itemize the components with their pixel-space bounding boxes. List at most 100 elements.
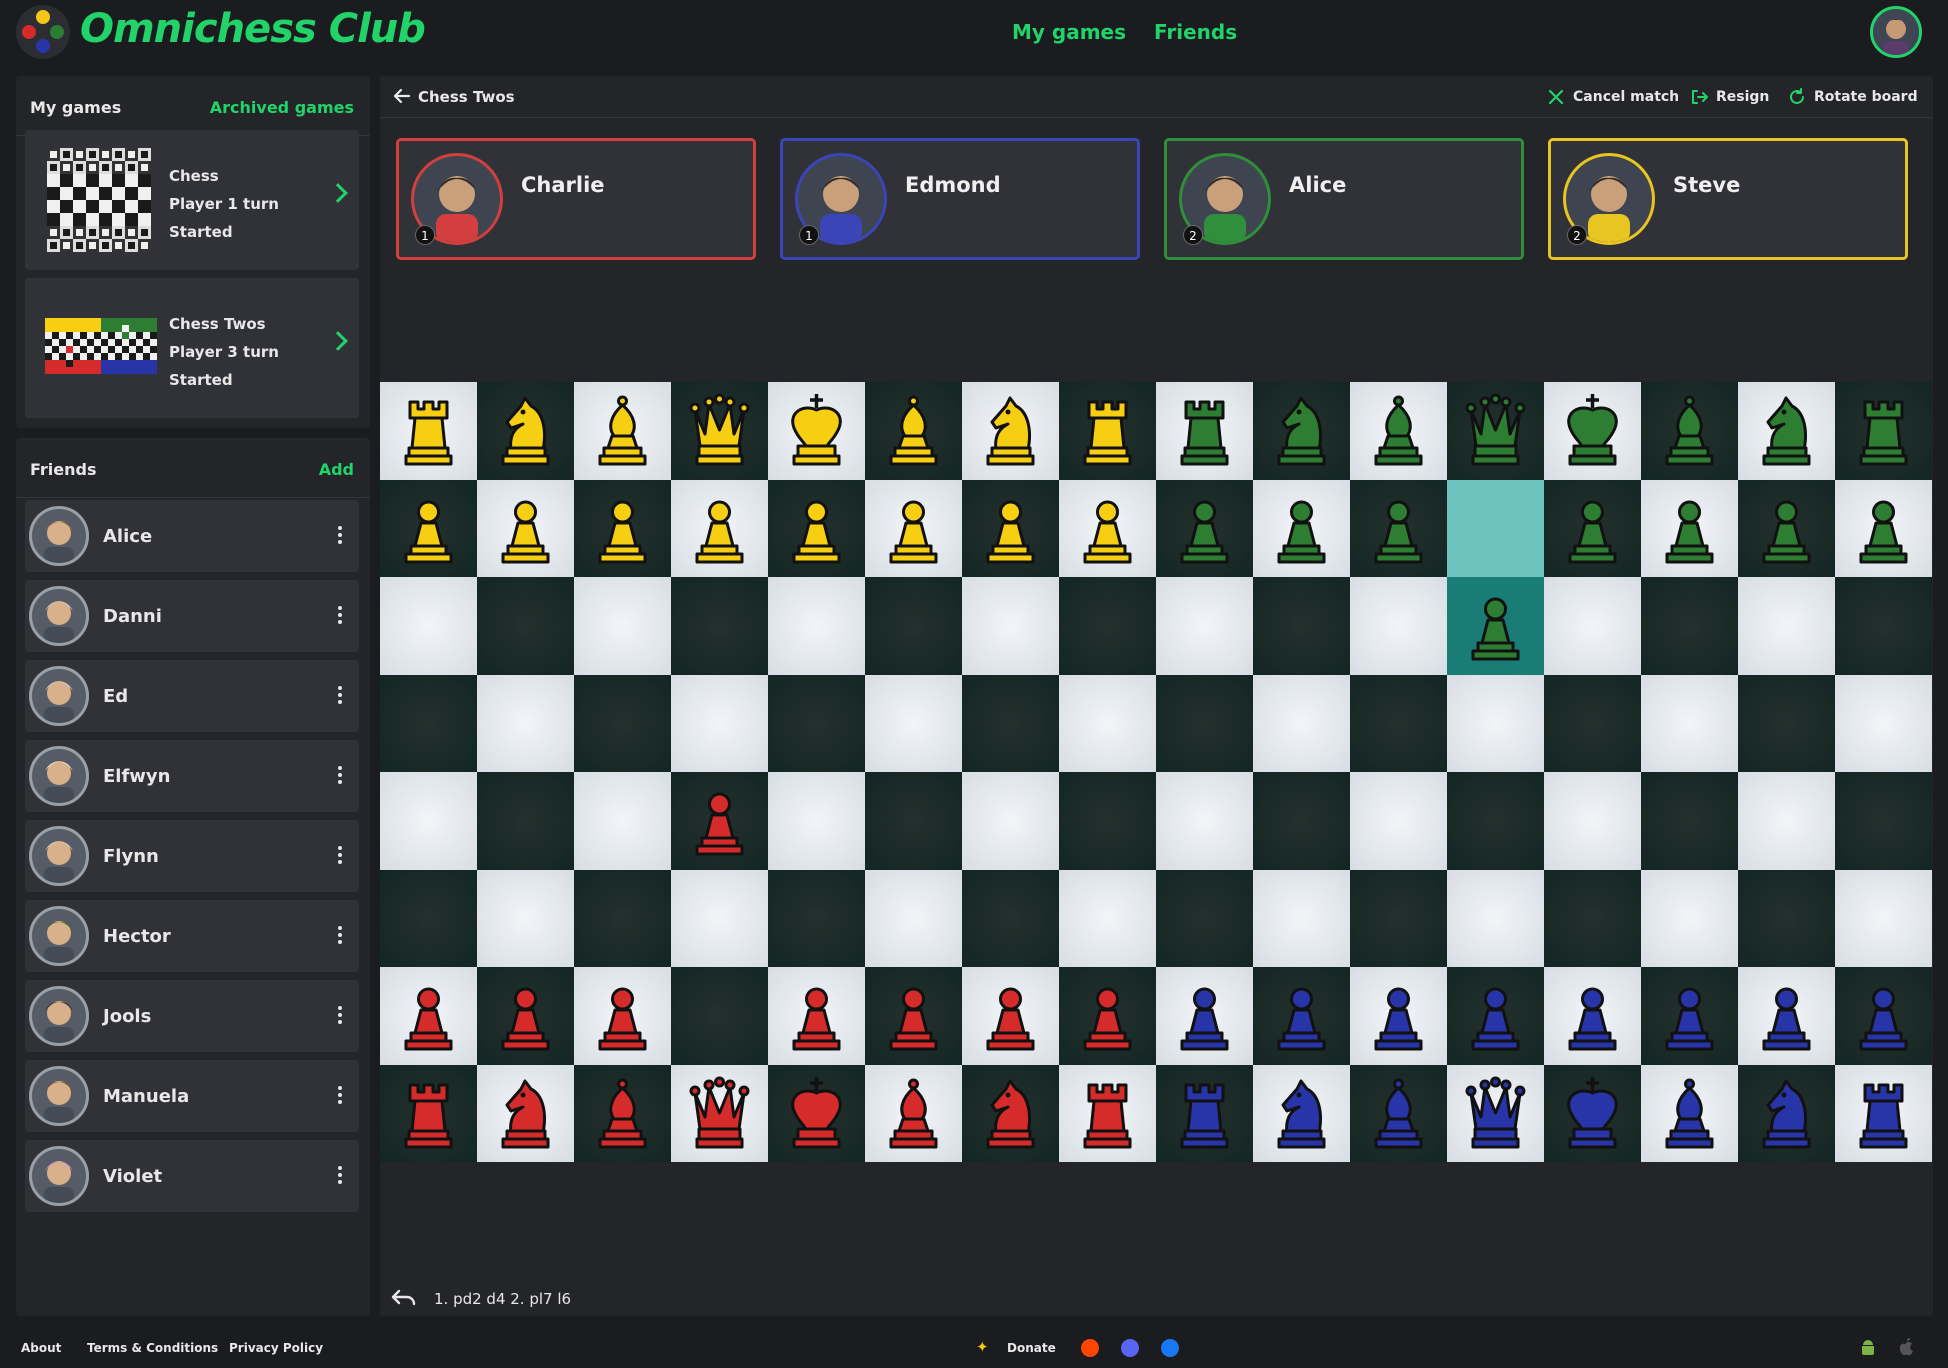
- board-square[interactable]: [1156, 674, 1253, 772]
- board-square[interactable]: [1544, 577, 1641, 675]
- board-square[interactable]: [477, 577, 574, 675]
- board-square[interactable]: [1253, 382, 1350, 480]
- archived-games-link[interactable]: Archived games: [210, 98, 354, 117]
- board-square[interactable]: [962, 967, 1059, 1065]
- board-square[interactable]: [1059, 479, 1156, 577]
- nav-my-games[interactable]: My games: [1012, 20, 1126, 44]
- board-square[interactable]: [1835, 967, 1932, 1065]
- more-options-icon[interactable]: [337, 846, 343, 866]
- board-square[interactable]: [1544, 1064, 1641, 1162]
- board-square[interactable]: [574, 772, 671, 870]
- privacy-link[interactable]: Privacy Policy: [229, 1341, 323, 1355]
- board-square[interactable]: [1641, 479, 1738, 577]
- friend-row[interactable]: Hector: [25, 900, 359, 972]
- board-square[interactable]: [477, 382, 574, 480]
- apple-icon[interactable]: [1896, 1337, 1916, 1357]
- board-square[interactable]: [1544, 869, 1641, 967]
- facebook-icon[interactable]: [1161, 1339, 1179, 1357]
- player-card[interactable]: 1 Charlie: [396, 138, 756, 260]
- board-square[interactable]: [1641, 772, 1738, 870]
- board-square[interactable]: [1544, 674, 1641, 772]
- avatar[interactable]: [29, 986, 89, 1046]
- friend-row[interactable]: Flynn: [25, 820, 359, 892]
- board-square[interactable]: [865, 577, 962, 675]
- about-link[interactable]: About: [21, 1341, 61, 1355]
- board-square[interactable]: [1059, 967, 1156, 1065]
- board-square[interactable]: [1059, 382, 1156, 480]
- board-square[interactable]: [477, 674, 574, 772]
- board-square[interactable]: [671, 1064, 768, 1162]
- board-square[interactable]: [477, 772, 574, 870]
- player-card[interactable]: 1 Edmond: [780, 138, 1140, 260]
- board-square[interactable]: [1835, 674, 1932, 772]
- player-card[interactable]: 2 Steve: [1548, 138, 1908, 260]
- board-square[interactable]: [1835, 382, 1932, 480]
- board-square[interactable]: [671, 479, 768, 577]
- board-square[interactable]: [1253, 967, 1350, 1065]
- board-square[interactable]: [477, 869, 574, 967]
- board-square[interactable]: [574, 869, 671, 967]
- board-square[interactable]: [380, 577, 477, 675]
- board-square[interactable]: [1447, 674, 1544, 772]
- board-square[interactable]: [1641, 967, 1738, 1065]
- game-card-chess-twos[interactable]: Chess Twos Player 3 turn Started: [25, 278, 359, 418]
- more-options-icon[interactable]: [337, 686, 343, 706]
- board-square[interactable]: [865, 479, 962, 577]
- board-square[interactable]: [1835, 869, 1932, 967]
- board-square[interactable]: [1253, 772, 1350, 870]
- board-square[interactable]: [962, 479, 1059, 577]
- board-square[interactable]: [865, 869, 962, 967]
- board-square[interactable]: [1059, 772, 1156, 870]
- board-square[interactable]: [1738, 772, 1835, 870]
- board-square[interactable]: [1641, 869, 1738, 967]
- board-square[interactable]: [1447, 479, 1544, 577]
- board-square[interactable]: [768, 967, 865, 1065]
- board-square[interactable]: [1447, 1064, 1544, 1162]
- board-square[interactable]: [1447, 577, 1544, 675]
- board-square[interactable]: [1059, 674, 1156, 772]
- avatar[interactable]: [29, 826, 89, 886]
- board-square[interactable]: [1156, 382, 1253, 480]
- board-square[interactable]: [380, 772, 477, 870]
- board-square[interactable]: [865, 967, 962, 1065]
- avatar[interactable]: [29, 1146, 89, 1206]
- board-square[interactable]: [768, 577, 865, 675]
- board-square[interactable]: [768, 772, 865, 870]
- brand-title[interactable]: Omnichess Club: [80, 6, 426, 52]
- more-options-icon[interactable]: [337, 1006, 343, 1026]
- board-square[interactable]: [1544, 772, 1641, 870]
- board-square[interactable]: [1447, 382, 1544, 480]
- board-square[interactable]: [477, 967, 574, 1065]
- board-square[interactable]: [574, 967, 671, 1065]
- board-square[interactable]: [1350, 674, 1447, 772]
- board-square[interactable]: [574, 577, 671, 675]
- board-square[interactable]: [574, 674, 671, 772]
- avatar[interactable]: [29, 666, 89, 726]
- board-square[interactable]: [477, 479, 574, 577]
- board-square[interactable]: [1253, 577, 1350, 675]
- friend-row[interactable]: Danni: [25, 580, 359, 652]
- board-square[interactable]: [962, 1064, 1059, 1162]
- board-square[interactable]: [1641, 577, 1738, 675]
- board-square[interactable]: [380, 967, 477, 1065]
- board-square[interactable]: [1059, 1064, 1156, 1162]
- friend-row[interactable]: Elfwyn: [25, 740, 359, 812]
- board-square[interactable]: [768, 1064, 865, 1162]
- logo-icon[interactable]: [16, 5, 70, 59]
- board-square[interactable]: [380, 869, 477, 967]
- board-square[interactable]: [1350, 1064, 1447, 1162]
- board-square[interactable]: [1835, 479, 1932, 577]
- board-square[interactable]: [865, 674, 962, 772]
- board-square[interactable]: [671, 967, 768, 1065]
- board-square[interactable]: [1156, 577, 1253, 675]
- avatar[interactable]: [29, 586, 89, 646]
- friend-row[interactable]: Jools: [25, 980, 359, 1052]
- board-square[interactable]: [1738, 577, 1835, 675]
- board-square[interactable]: [768, 674, 865, 772]
- board-square[interactable]: [1350, 772, 1447, 870]
- board-square[interactable]: [962, 382, 1059, 480]
- board-square[interactable]: [865, 772, 962, 870]
- board-square[interactable]: [1738, 1064, 1835, 1162]
- user-avatar[interactable]: [1870, 6, 1922, 58]
- board-square[interactable]: [768, 382, 865, 480]
